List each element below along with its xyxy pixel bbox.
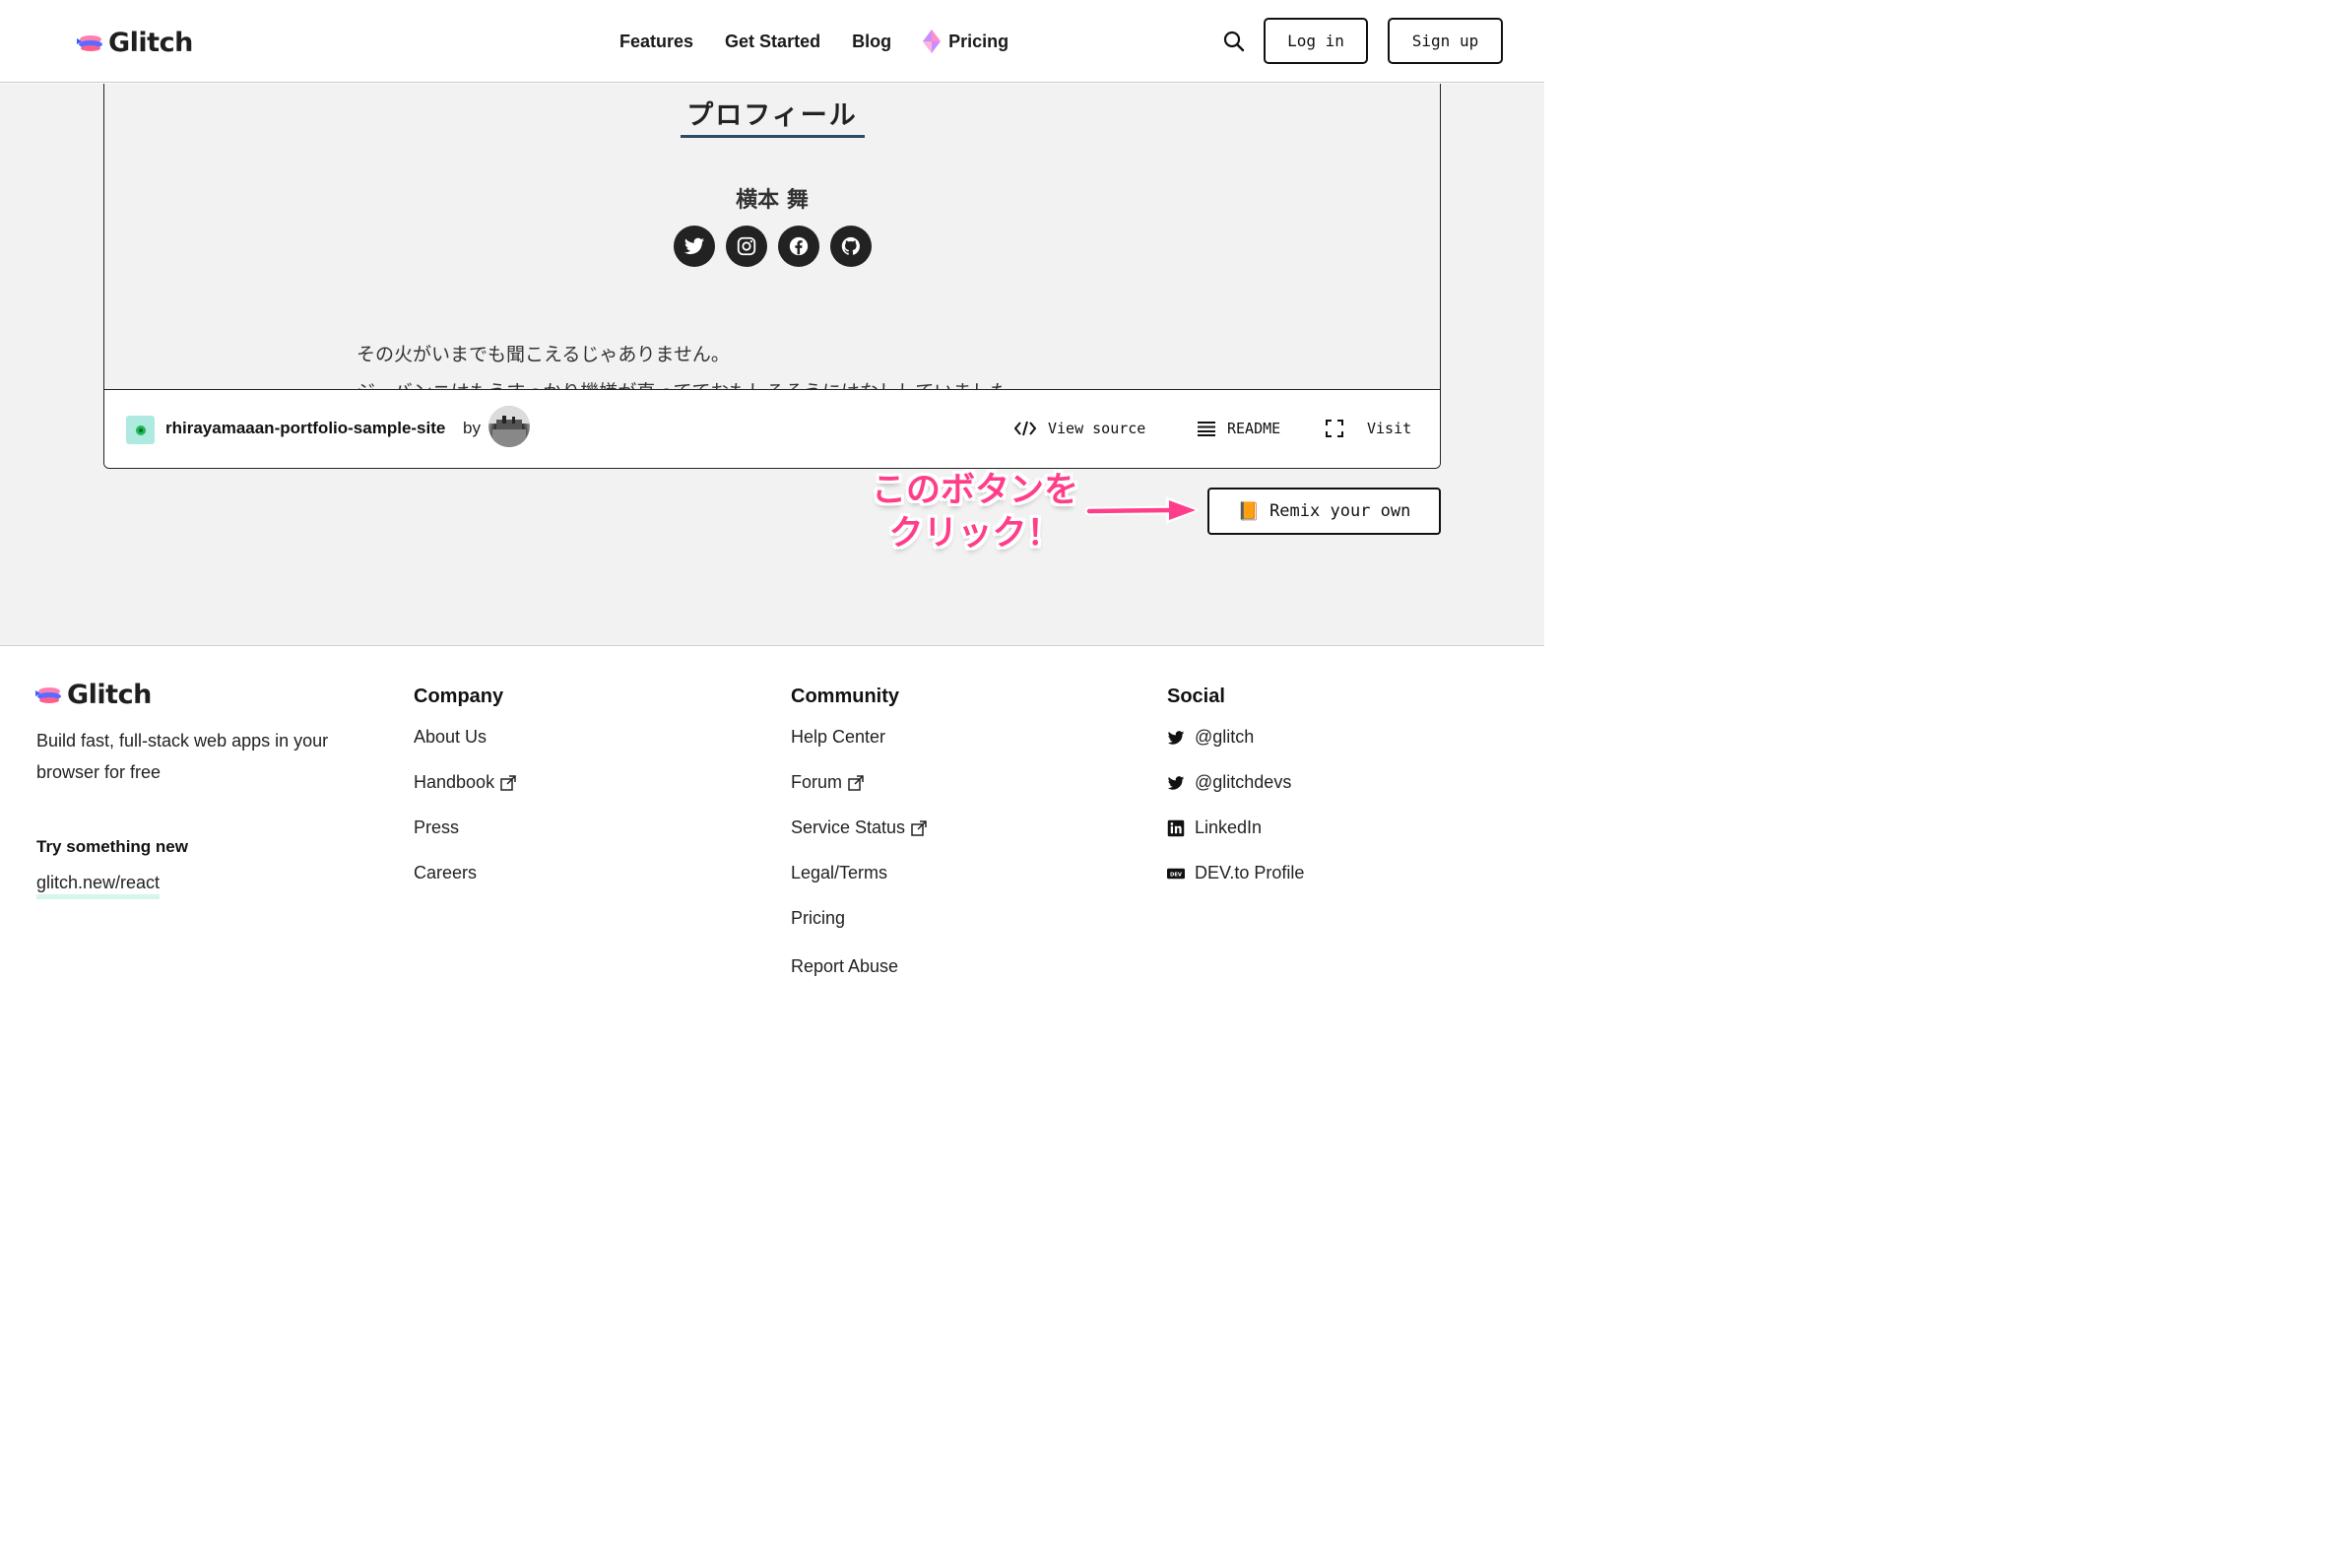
profile-body-text: その火がいまでも聞こえるじゃありません。 ジーバンニはもうすっかり機嫌が直ってて… — [357, 336, 1027, 389]
twitter-icon — [1167, 730, 1185, 745]
twitter-icon — [1167, 775, 1185, 790]
by-label: by — [463, 419, 481, 437]
readme-label: README — [1227, 420, 1281, 437]
logo-wordmark: Glitch — [108, 28, 193, 58]
readme-button[interactable]: README — [1198, 420, 1280, 437]
external-link-icon — [500, 774, 516, 791]
annotation-callout: このボタンを クリック！ — [859, 469, 1091, 555]
site-footer — [0, 647, 1544, 1034]
glitch-logo[interactable]: Glitch — [77, 28, 193, 58]
project-name-link[interactable]: rhirayamaaan-portfolio-sample-site — [165, 419, 445, 438]
service-status-link[interactable]: Service Status — [791, 817, 927, 838]
about-us-label: About Us — [414, 727, 488, 747]
nav-pricing-label: Pricing — [948, 31, 1009, 51]
footer-tagline: Build fast, full-stack web apps in your … — [36, 731, 329, 782]
expand-icon — [1326, 420, 1343, 437]
embed-footer: rhirayamaaan-portfolio-sample-site by Vi… — [104, 389, 1440, 468]
profile-name: 横本 舞 — [736, 188, 809, 213]
company-heading: Company — [414, 686, 504, 707]
glitch-fish-icon — [35, 686, 61, 703]
try-something-heading: Try something new — [36, 837, 188, 856]
forum-link[interactable]: Forum — [791, 772, 864, 793]
footer-pricing-link[interactable]: Pricing — [791, 908, 845, 929]
body-line-2: ジーバンニはもうすっかり機嫌が直ってておもしろそうにはなししていました。 — [357, 373, 1027, 389]
main-nav: Features Get Started Blog Pricing — [619, 30, 1008, 53]
instagram-link[interactable] — [726, 226, 767, 267]
footer-logo-wordmark: Glitch — [67, 680, 152, 710]
annotation-arrow — [1085, 496, 1200, 524]
project-avatar-icon — [126, 416, 155, 444]
nav-blog[interactable]: Blog — [852, 32, 891, 52]
author-avatar[interactable] — [488, 406, 530, 447]
annotation-line-2: クリック！ — [888, 514, 1062, 554]
search-icon[interactable] — [1222, 30, 1246, 53]
careers-link[interactable]: Careers — [414, 863, 477, 883]
twitter-icon — [683, 237, 705, 255]
list-icon — [1198, 422, 1215, 436]
github-link[interactable] — [830, 226, 872, 267]
handbook-label: Handbook — [414, 772, 495, 792]
community-heading: Community — [791, 686, 899, 707]
dev-to-link[interactable]: DEV DEV.to Profile — [1167, 863, 1304, 883]
embed-preview[interactable]: プロフィール 横本 舞 その火がいまでも聞こえるじゃありません。 ジーバンニはも… — [104, 84, 1440, 389]
twitter-link[interactable] — [674, 226, 715, 267]
code-icon — [1014, 421, 1036, 436]
view-source-button[interactable]: View source — [1014, 420, 1145, 437]
legal-terms-link[interactable]: Legal/Terms — [791, 863, 887, 883]
social-heading: Social — [1167, 686, 1225, 707]
linkedin-link[interactable]: LinkedIn — [1167, 817, 1262, 838]
book-icon: 📙 — [1237, 500, 1261, 522]
legal-terms-label: Legal/Terms — [791, 863, 888, 882]
github-icon — [841, 236, 860, 255]
footer-glitch-logo[interactable]: Glitch — [35, 680, 152, 710]
service-status-label: Service Status — [791, 817, 906, 837]
external-link-icon — [911, 819, 927, 836]
glitch-new-react-link[interactable]: glitch.new/react — [36, 873, 161, 899]
handbook-link[interactable]: Handbook — [414, 772, 516, 793]
profile-heading: プロフィール — [686, 100, 858, 131]
linkedin-label: LinkedIn — [1195, 817, 1263, 837]
facebook-icon — [789, 236, 809, 256]
external-link-icon — [848, 774, 864, 791]
press-link[interactable]: Press — [414, 817, 459, 838]
dev-to-icon: DEV — [1167, 868, 1185, 879]
forum-label: Forum — [791, 772, 843, 792]
glitchdevs-twitter-link[interactable]: @glitchdevs — [1167, 772, 1291, 793]
glitch-fish-icon — [77, 34, 102, 51]
svg-text:DEV: DEV — [1170, 872, 1183, 878]
nav-pricing[interactable]: Pricing — [923, 30, 1008, 53]
body-line-1: その火がいまでも聞こえるじゃありません。 — [357, 344, 730, 365]
instagram-icon — [737, 236, 756, 256]
view-source-label: View source — [1048, 420, 1146, 437]
facebook-link[interactable] — [778, 226, 819, 267]
dev-to-label: DEV.to Profile — [1195, 863, 1305, 882]
project-embed: プロフィール 横本 舞 その火がいまでも聞こえるじゃありません。 ジーバンニはも… — [103, 84, 1441, 469]
footer-pricing-label: Pricing — [791, 908, 846, 928]
report-abuse-link[interactable]: Report Abuse — [791, 956, 898, 977]
glitchdevs-twitter-label: @glitchdevs — [1195, 772, 1292, 792]
help-center-link[interactable]: Help Center — [791, 727, 885, 748]
help-center-label: Help Center — [791, 727, 886, 747]
remix-your-own-button[interactable]: 📙 Remix your own — [1207, 488, 1441, 535]
about-us-link[interactable]: About Us — [414, 727, 487, 748]
glitch-twitter-link[interactable]: @glitch — [1167, 727, 1254, 748]
nav-features[interactable]: Features — [619, 32, 693, 52]
visit-button[interactable]: Visit — [1326, 420, 1411, 437]
press-label: Press — [414, 817, 460, 837]
heading-underline — [681, 135, 865, 138]
glitch-twitter-label: @glitch — [1195, 727, 1255, 747]
site-header: Glitch Features Get Started Blog Pricing… — [0, 0, 1544, 83]
report-abuse-label: Report Abuse — [791, 956, 899, 976]
nav-get-started[interactable]: Get Started — [725, 32, 820, 52]
careers-label: Careers — [414, 863, 478, 882]
linkedin-icon — [1167, 819, 1185, 836]
visit-label: Visit — [1367, 420, 1412, 437]
login-button[interactable]: Log in — [1264, 18, 1368, 64]
remix-label: Remix your own — [1269, 501, 1411, 521]
annotation-line-1: このボタンを — [871, 471, 1078, 510]
signup-button[interactable]: Sign up — [1388, 18, 1503, 64]
gem-icon — [923, 30, 942, 53]
profile-social-links — [674, 226, 872, 267]
